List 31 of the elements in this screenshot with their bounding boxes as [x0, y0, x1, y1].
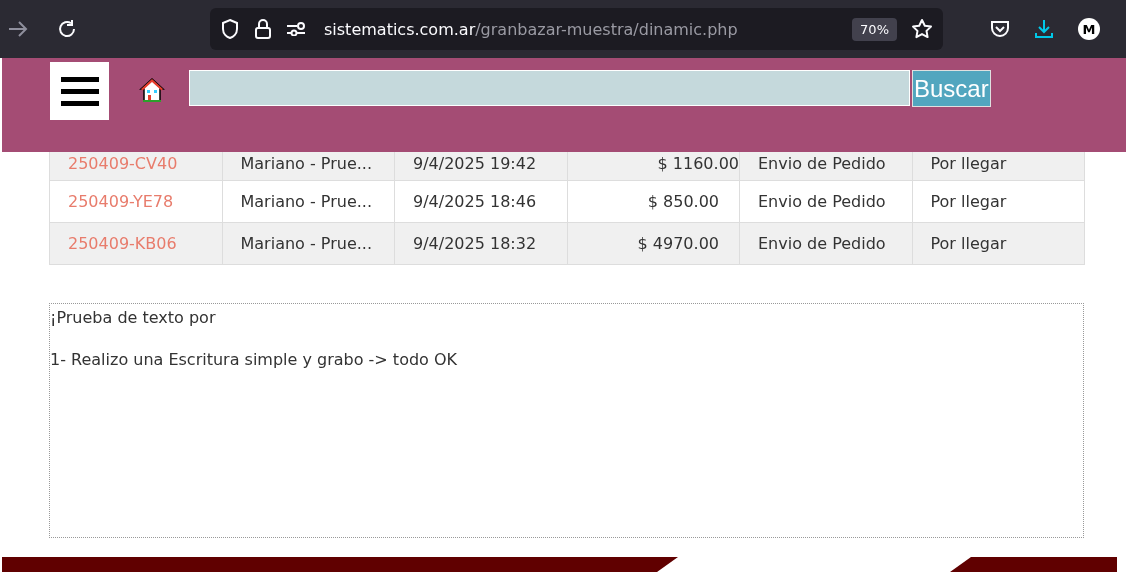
- star-icon[interactable]: [911, 18, 933, 40]
- table-cell: 9/4/2025 18:46: [395, 181, 568, 223]
- url-text[interactable]: sistematics.com.ar/granbazar-muestra/dinamic.php: [324, 19, 839, 39]
- address-bar[interactable]: sistematics.com.ar/granbazar-muestra/dinamic.php 70%: [210, 8, 943, 50]
- table-cell: 9/4/2025 18:32: [395, 223, 568, 265]
- table-cell: Mariano - Prue...: [222, 223, 395, 265]
- profile-avatar[interactable]: M: [1078, 18, 1100, 40]
- table-cell: Por llegar: [912, 223, 1085, 265]
- download-icon[interactable]: [1034, 19, 1054, 39]
- table-cell: Por llegar: [912, 152, 1085, 181]
- text-editor[interactable]: ¡Prueba de texto por 1- Realizo una Escritura simple y grabo -> todo OK: [49, 303, 1084, 538]
- menu-button[interactable]: [50, 62, 109, 120]
- editor-paragraph: ¡Prueba de texto por: [50, 308, 217, 328]
- table-cell: $ 4970.00: [567, 223, 740, 265]
- table-cell: Mariano - Prue...: [222, 181, 395, 223]
- pocket-icon[interactable]: [990, 19, 1010, 39]
- table-cell: Envio de Pedido: [740, 152, 913, 181]
- table-cell: Por llegar: [912, 181, 1085, 223]
- table-cell: $ 1160.00: [567, 152, 740, 181]
- shield-icon[interactable]: [220, 18, 240, 40]
- table-cell: Envio de Pedido: [740, 223, 913, 265]
- table-cell: Envio de Pedido: [740, 181, 913, 223]
- permissions-icon[interactable]: [286, 22, 306, 36]
- zoom-button[interactable]: 70%: [852, 17, 897, 41]
- table-cell: 9/4/2025 19:42: [395, 152, 568, 181]
- table-cell: Mariano - Prue...: [222, 152, 395, 181]
- search-field[interactable]: [189, 70, 910, 106]
- home-button[interactable]: [138, 76, 166, 104]
- table-cell: $ 850.00: [567, 181, 740, 223]
- editor-paragraph: 1- Realizo una Escritura simple y grabo -> todo OK: [50, 350, 459, 370]
- lock-icon[interactable]: [254, 18, 272, 40]
